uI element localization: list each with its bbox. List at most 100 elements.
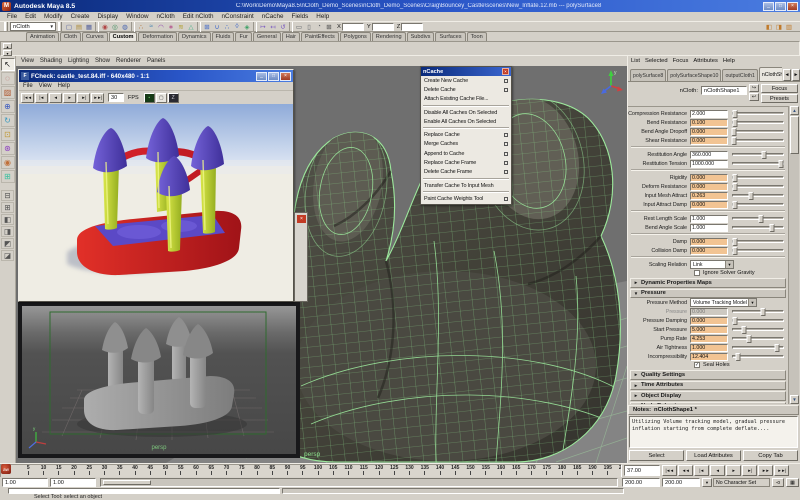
- slider-thumb[interactable]: [736, 353, 741, 361]
- make-live-icon[interactable]: ◈: [242, 22, 252, 32]
- attribute-value-input[interactable]: 360.000: [690, 151, 728, 159]
- animation-start-input[interactable]: 1.00: [2, 478, 48, 487]
- attribute-value-input[interactable]: 1.000: [690, 344, 728, 352]
- fcheck-playback-button[interactable]: ►►|: [91, 93, 104, 103]
- attribute-slider[interactable]: [732, 130, 784, 133]
- ncache-menu-item[interactable]: Disable All Caches On Selected: [421, 108, 511, 117]
- shelf-tab[interactable]: Curves: [82, 32, 108, 41]
- shelf-tab[interactable]: Fluids: [212, 32, 235, 41]
- mask-deformers-icon[interactable]: ∗: [166, 22, 176, 32]
- ae-action-button[interactable]: Copy Tab: [743, 450, 798, 461]
- viewport-menu-item[interactable]: View: [21, 58, 34, 64]
- set-key-icon[interactable]: -o: [772, 478, 784, 487]
- select-object-icon[interactable]: ◎: [110, 22, 120, 32]
- option-box-icon[interactable]: [504, 88, 508, 92]
- scrollbar-thumb[interactable]: [790, 116, 799, 154]
- fcheck-menu-item[interactable]: View: [39, 83, 52, 89]
- render-globals-icon[interactable]: ◔: [314, 22, 324, 32]
- show-manip-tool[interactable]: ⊞: [1, 170, 15, 183]
- menu-item[interactable]: Window: [123, 13, 151, 20]
- snap-curve-icon[interactable]: ∪: [212, 22, 222, 32]
- mask-dynamics-icon[interactable]: ≋: [176, 22, 186, 32]
- fcheck-playback-button[interactable]: ►: [63, 93, 76, 103]
- menu-set-dropdown[interactable]: nCloth▼: [10, 22, 56, 31]
- attribute-value-input[interactable]: 0.000: [690, 183, 728, 191]
- attribute-slider[interactable]: [732, 139, 784, 142]
- attribute-value-input[interactable]: 1.000: [690, 215, 728, 223]
- maximize-button[interactable]: □: [775, 2, 786, 11]
- node-tab[interactable]: polySurfaceShape10: [667, 69, 721, 81]
- ipr-render-icon[interactable]: ▯: [304, 22, 314, 32]
- ncache-menu-item[interactable]: Delete Cache: [421, 85, 511, 94]
- option-box-icon[interactable]: [504, 142, 508, 146]
- layout-two-pane-stacked[interactable]: ◨: [1, 226, 14, 237]
- viewport-menu-item[interactable]: Shading: [40, 58, 62, 64]
- option-box-icon[interactable]: [504, 197, 508, 201]
- menu-item[interactable]: nConstraint: [219, 13, 257, 20]
- layout-three-pane[interactable]: ◩: [1, 238, 14, 249]
- attribute-value-input[interactable]: 1.000: [690, 224, 728, 232]
- attribute-value-input[interactable]: 0.000: [690, 308, 728, 316]
- attribute-slider[interactable]: [732, 217, 784, 220]
- ncache-menu-item[interactable]: Replace Cache: [421, 130, 511, 139]
- fps-input[interactable]: 30: [108, 93, 124, 102]
- soft-mod-tool[interactable]: ◉: [1, 156, 15, 169]
- slider-thumb[interactable]: [732, 128, 737, 136]
- node-tab[interactable]: outputCloth1: [722, 69, 757, 81]
- shelf-tab[interactable]: Polygons: [340, 32, 371, 41]
- close-icon[interactable]: ×: [502, 68, 509, 75]
- option-box-icon[interactable]: [504, 79, 508, 83]
- ae-action-button[interactable]: Load Attributes: [686, 450, 741, 461]
- toggle-tool-settings-icon[interactable]: ◧: [764, 22, 774, 32]
- layout-outliner-persp[interactable]: ◪: [1, 250, 14, 261]
- current-frame-input[interactable]: 37.00: [624, 465, 660, 476]
- animation-end-input[interactable]: 200.00: [662, 478, 700, 487]
- shelf-tab[interactable]: Rendering: [372, 32, 406, 41]
- viewport-menu-item[interactable]: Lighting: [68, 58, 89, 64]
- attribute-slider[interactable]: [732, 203, 784, 206]
- attribute-value-input[interactable]: 2.000: [690, 110, 728, 118]
- attribute-slider[interactable]: [732, 328, 784, 331]
- menu-item[interactable]: Help: [313, 13, 332, 20]
- attribute-value-input[interactable]: 0.000: [690, 201, 728, 209]
- toggle-channel-box-icon[interactable]: ▥: [784, 22, 794, 32]
- viewport-menu-item[interactable]: Renderer: [116, 58, 141, 64]
- option-box-icon[interactable]: [504, 133, 508, 137]
- minimize-button[interactable]: _: [763, 2, 774, 11]
- attribute-value-input[interactable]: 0.000: [690, 238, 728, 246]
- coord-y-input[interactable]: [372, 23, 394, 31]
- menu-item[interactable]: Display: [94, 13, 121, 20]
- close-button[interactable]: ×: [787, 2, 798, 11]
- slider-thumb[interactable]: [779, 160, 784, 168]
- fcheck-playback-button[interactable]: ►|: [77, 93, 90, 103]
- attribute-editor-menu-item[interactable]: Selected: [645, 58, 668, 64]
- focus-button[interactable]: Focus: [761, 84, 798, 93]
- scroll-up-icon[interactable]: ▲: [790, 106, 799, 115]
- node-name-input[interactable]: nClothShape1: [701, 86, 747, 95]
- range-slider-handle[interactable]: [103, 480, 151, 485]
- ncache-menu-item[interactable]: Attach Existing Cache File...: [421, 95, 511, 104]
- tab-scroll-right-icon[interactable]: ►: [792, 69, 800, 81]
- node-tab[interactable]: polySurface8: [630, 69, 666, 81]
- attribute-slider[interactable]: [732, 249, 784, 252]
- slider-thumb[interactable]: [762, 151, 767, 159]
- mask-rendering-icon[interactable]: △: [186, 22, 196, 32]
- notes-header[interactable]: Notes:nClothShape1 *: [628, 405, 799, 415]
- attribute-value-input[interactable]: 1000.000: [690, 160, 728, 168]
- scroll-down-icon[interactable]: ▼: [790, 395, 799, 404]
- option-box-icon[interactable]: [504, 161, 508, 165]
- playback-button[interactable]: ►|: [742, 465, 757, 476]
- ncache-menu-item[interactable]: Create New Cache: [421, 76, 511, 85]
- attribute-slider[interactable]: [732, 185, 784, 188]
- playback-start-input[interactable]: 1.00: [50, 478, 96, 487]
- attribute-slider[interactable]: [732, 194, 784, 197]
- output-connections-icon[interactable]: ↤: [268, 22, 278, 32]
- render-current-frame-icon[interactable]: ▭: [294, 22, 304, 32]
- zbuffer-toggle[interactable]: Z: [168, 93, 179, 103]
- layout-four-pane[interactable]: ⊞: [1, 202, 14, 213]
- attribute-slider[interactable]: [732, 112, 784, 115]
- attribute-dropdown[interactable]: Link▼: [690, 260, 734, 269]
- ncache-menu-item[interactable]: Transfer Cache To Input Mesh: [421, 181, 511, 190]
- playback-end-input[interactable]: 200.00: [622, 478, 660, 487]
- checkbox[interactable]: ✓: [694, 362, 700, 368]
